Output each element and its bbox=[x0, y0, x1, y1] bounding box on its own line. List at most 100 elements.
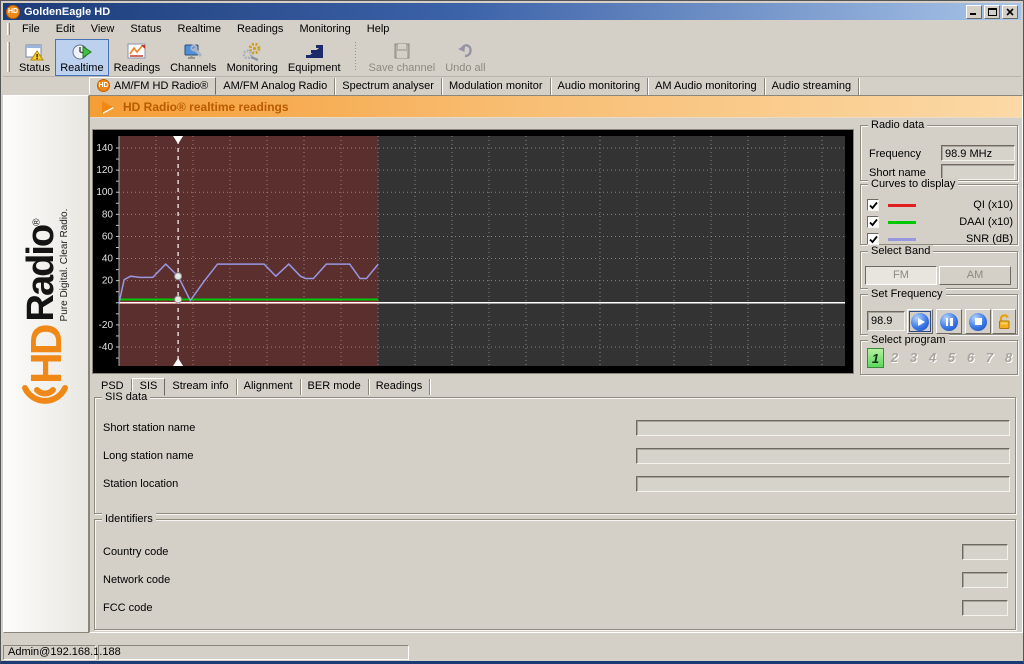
svg-text:120: 120 bbox=[96, 165, 113, 176]
toolbar-realtime-label: Realtime bbox=[60, 62, 103, 74]
program-button-1[interactable]: 1 bbox=[867, 348, 884, 368]
toolbar-status-label: Status bbox=[19, 62, 50, 74]
toolbar-undo-all-label: Undo all bbox=[445, 62, 485, 74]
frequency-input[interactable] bbox=[867, 311, 905, 331]
tab-label: Audio monitoring bbox=[558, 80, 641, 92]
menu-readings[interactable]: Readings bbox=[229, 21, 291, 37]
status-message-panel bbox=[98, 645, 409, 660]
fm-band-button[interactable]: FM bbox=[865, 266, 937, 285]
toolbar-status-button[interactable]: Status bbox=[14, 39, 55, 76]
frequency-label: Frequency bbox=[869, 148, 921, 160]
toolbar-realtime-button[interactable]: Realtime bbox=[55, 39, 108, 76]
hd-radio-tab-icon: HD bbox=[97, 79, 110, 92]
toolbar-save-channel-button[interactable]: Save channel bbox=[364, 39, 441, 76]
daai-checkbox[interactable] bbox=[867, 216, 879, 228]
menu-help[interactable]: Help bbox=[359, 21, 398, 37]
toolbar-channels-label: Channels bbox=[170, 62, 216, 74]
close-icon bbox=[1006, 8, 1014, 16]
svg-text:100: 100 bbox=[96, 187, 113, 198]
program-button-8[interactable]: 8 bbox=[1000, 348, 1017, 368]
tab-alignment[interactable]: Alignment bbox=[237, 379, 301, 395]
qi-label: QI (x10) bbox=[916, 199, 1013, 211]
tab-amfm-analog-radio[interactable]: AM/FM Analog Radio bbox=[216, 78, 335, 95]
short-station-name-label: Short station name bbox=[103, 422, 195, 434]
realtime-chart-panel: 14012010080604020-20-40 bbox=[92, 129, 854, 374]
toolbar-channels-button[interactable]: Channels bbox=[165, 39, 221, 76]
tab-audio-streaming[interactable]: Audio streaming bbox=[765, 78, 860, 95]
toolbar-readings-label: Readings bbox=[114, 62, 160, 74]
tab-readings[interactable]: Readings bbox=[369, 379, 430, 395]
fcc-code-field[interactable] bbox=[962, 600, 1008, 616]
close-button[interactable] bbox=[1002, 5, 1018, 19]
toolbar-undo-all-button[interactable]: Undo all bbox=[440, 39, 490, 76]
program-button-7[interactable]: 7 bbox=[981, 348, 998, 368]
station-location-field[interactable] bbox=[636, 476, 1010, 492]
minimize-icon bbox=[970, 8, 978, 15]
tab-label: AM Audio monitoring bbox=[655, 80, 757, 92]
tab-amfm-hd-radio[interactable]: HD AM/FM HD Radio® bbox=[89, 77, 216, 95]
frequency-value-field: 98.9 MHz bbox=[941, 145, 1015, 161]
tab-label: Spectrum analyser bbox=[342, 80, 434, 92]
curves-group: Curves to display QI (x10) DAAI (x10) SN… bbox=[860, 184, 1018, 245]
pause-button[interactable] bbox=[936, 309, 962, 334]
program-button-4[interactable]: 4 bbox=[924, 348, 941, 368]
tab-modulation-monitor[interactable]: Modulation monitor bbox=[442, 78, 551, 95]
tab-spectrum-analyser[interactable]: Spectrum analyser bbox=[335, 78, 442, 95]
country-code-field[interactable] bbox=[962, 544, 1008, 560]
realtime-chart[interactable]: 14012010080604020-20-40 bbox=[93, 130, 853, 373]
toolbar-monitoring-button[interactable]: Monitoring bbox=[222, 39, 283, 76]
stop-button[interactable] bbox=[965, 309, 991, 334]
tab-stream-info[interactable]: Stream info bbox=[165, 379, 236, 395]
maximize-button[interactable] bbox=[984, 5, 1000, 19]
program-button-2[interactable]: 2 bbox=[886, 348, 903, 368]
toolbar-equipment-button[interactable]: Equipment bbox=[283, 39, 346, 76]
hd-radio-logo: HD Radio® Pure Digital. Clear Radio. bbox=[10, 192, 84, 410]
tab-label: Modulation monitor bbox=[449, 80, 543, 92]
menu-monitoring[interactable]: Monitoring bbox=[291, 21, 358, 37]
check-icon bbox=[869, 235, 878, 244]
program-button-5[interactable]: 5 bbox=[943, 348, 960, 368]
set-frequency-group-label: Set Frequency bbox=[868, 288, 946, 300]
curve-row-snr: SNR (dB) bbox=[867, 232, 1013, 246]
long-station-name-field[interactable] bbox=[636, 448, 1010, 464]
equipment-icon bbox=[302, 41, 326, 61]
lock-button[interactable] bbox=[992, 309, 1016, 334]
channels-icon bbox=[182, 41, 204, 61]
menu-file[interactable]: File bbox=[14, 21, 48, 37]
module-tabstrip: HD AM/FM HD Radio® AM/FM Analog Radio Sp… bbox=[89, 77, 1023, 95]
menubar-grip bbox=[7, 23, 10, 36]
fcc-code-label: FCC code bbox=[103, 602, 153, 614]
program-button-3[interactable]: 3 bbox=[905, 348, 922, 368]
minimize-button[interactable] bbox=[966, 5, 982, 19]
tab-ber-mode[interactable]: BER mode bbox=[301, 379, 369, 395]
app-icon: HD bbox=[6, 5, 20, 19]
save-channel-icon bbox=[392, 41, 412, 61]
curve-row-qi: QI (x10) bbox=[867, 198, 1013, 212]
tab-audio-monitoring[interactable]: Audio monitoring bbox=[551, 78, 649, 95]
brand-tagline: Pure Digital. Clear Radio. bbox=[59, 209, 70, 322]
svg-text:20: 20 bbox=[102, 276, 114, 287]
network-code-field[interactable] bbox=[962, 572, 1008, 588]
app-window: HD GoldenEagle HD File Edit View Status … bbox=[0, 0, 1024, 664]
snr-checkbox[interactable] bbox=[867, 233, 879, 245]
menu-view[interactable]: View bbox=[83, 21, 123, 37]
toolbar-readings-button[interactable]: Readings bbox=[109, 39, 165, 76]
program-button-6[interactable]: 6 bbox=[962, 348, 979, 368]
am-band-button[interactable]: AM bbox=[939, 266, 1011, 285]
menu-realtime[interactable]: Realtime bbox=[170, 21, 229, 37]
tune-start-button[interactable] bbox=[907, 309, 933, 334]
daai-line-sample bbox=[888, 221, 916, 224]
short-station-name-field[interactable] bbox=[636, 420, 1010, 436]
sis-data-group-label: SIS data bbox=[102, 391, 150, 403]
menu-edit[interactable]: Edit bbox=[48, 21, 83, 37]
qi-checkbox[interactable] bbox=[867, 199, 879, 211]
undo-all-icon bbox=[455, 41, 475, 61]
toolbar-grip bbox=[7, 42, 10, 72]
svg-text:40: 40 bbox=[102, 254, 114, 265]
brand-sidebar: HD Radio® Pure Digital. Clear Radio. bbox=[3, 95, 89, 633]
tab-am-audio-monitoring[interactable]: AM Audio monitoring bbox=[648, 78, 765, 95]
svg-text:140: 140 bbox=[96, 143, 113, 154]
menu-status[interactable]: Status bbox=[122, 21, 169, 37]
tab-label: AM/FM Analog Radio bbox=[223, 80, 327, 92]
hd-logo-text: HD bbox=[25, 326, 69, 384]
